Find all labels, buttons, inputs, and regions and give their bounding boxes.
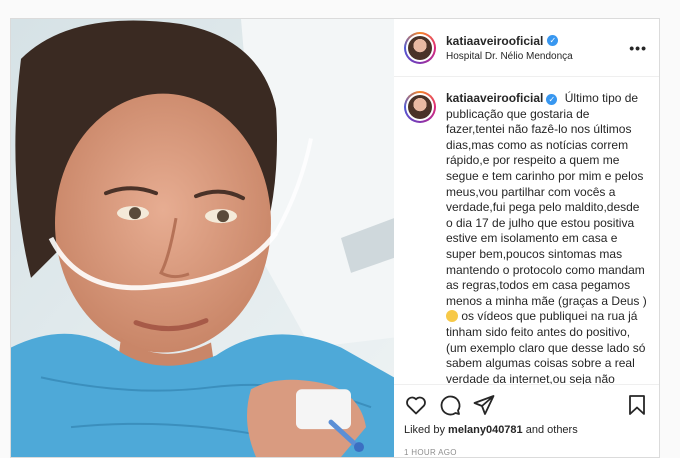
post-side-panel: katiaaveirooficial ✓ Hospital Dr. Nélio …: [394, 19, 659, 457]
action-bar: [394, 384, 659, 424]
likes-summary: Liked by melany040781 and others: [394, 424, 659, 442]
liked-by-suffix[interactable]: and others: [526, 424, 578, 436]
post-photo[interactable]: [11, 19, 394, 457]
bookmark-icon[interactable]: [625, 393, 649, 417]
send-icon[interactable]: [472, 393, 496, 417]
caption-username-link[interactable]: katiaaveirooficial: [446, 91, 543, 105]
avatar[interactable]: [404, 31, 436, 64]
username-link[interactable]: katiaaveirooficial: [446, 34, 543, 48]
patient-selfie-image: [11, 19, 394, 457]
liked-by-prefix: Liked by: [404, 424, 445, 436]
more-options-button[interactable]: •••: [629, 40, 647, 56]
location-link[interactable]: Hospital Dr. Nélio Mendonça: [446, 51, 629, 62]
caption-avatar[interactable]: [404, 91, 436, 123]
heart-icon[interactable]: [404, 393, 428, 417]
post-header: katiaaveirooficial ✓ Hospital Dr. Nélio …: [394, 19, 659, 77]
grinning-sweat-emoji-icon: [446, 310, 458, 323]
post-timestamp[interactable]: 1 HOUR AGO: [394, 442, 659, 457]
caption-body-part2: os vídeos que publiquei na rua já tinham…: [446, 309, 646, 384]
caption-text: katiaaveirooficial ✓ Último tipo de publi…: [446, 91, 647, 384]
verified-badge-icon: ✓: [547, 35, 559, 46]
verified-badge-icon: ✓: [546, 94, 558, 105]
post-card: katiaaveirooficial ✓ Hospital Dr. Nélio …: [10, 18, 660, 458]
caption-body-part1: Último tipo de publicação que gostaria d…: [446, 91, 647, 308]
liked-by-user-link[interactable]: melany040781: [448, 424, 523, 436]
comment-icon[interactable]: [438, 393, 462, 417]
caption-section: katiaaveirooficial ✓ Último tipo de publi…: [394, 77, 659, 384]
